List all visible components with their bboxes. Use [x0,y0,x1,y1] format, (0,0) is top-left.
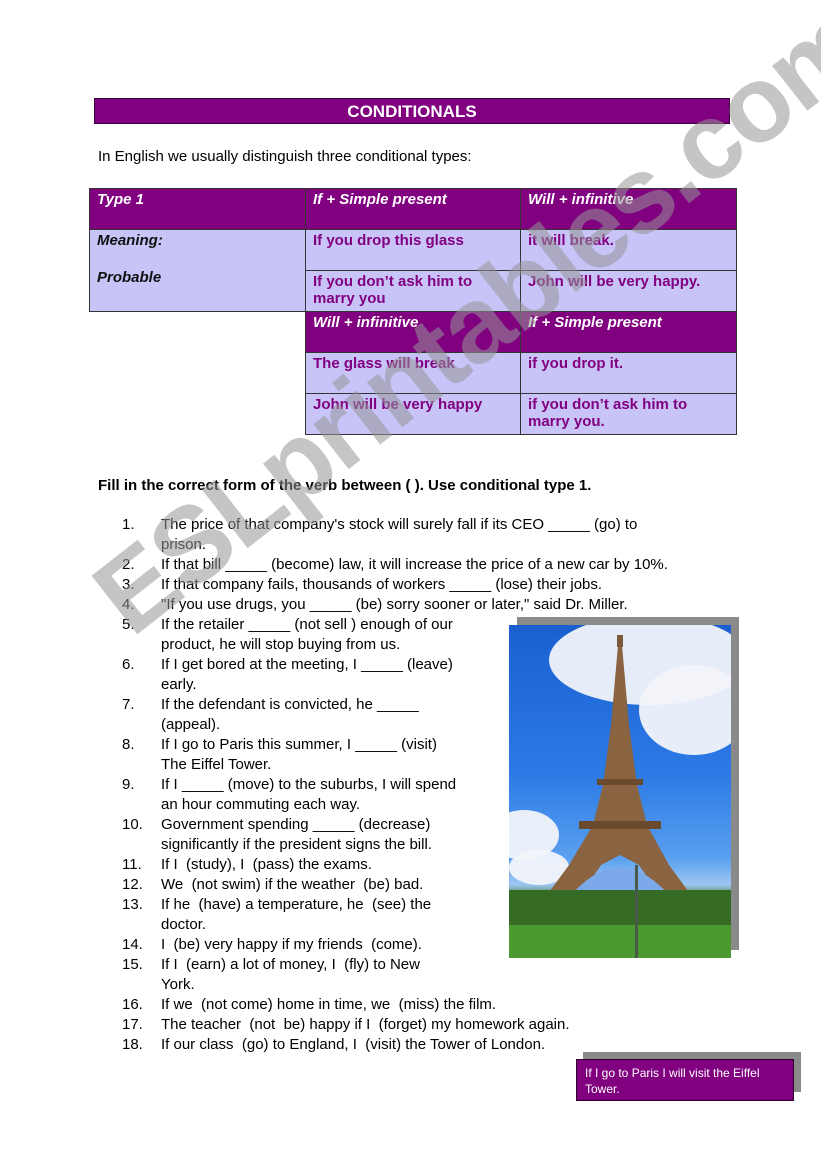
probable-label: Probable [97,269,162,286]
exercise-text: If the defendant is convicted, he _____ (… [161,695,419,735]
worksheet-title: CONDITIONALS [94,98,730,124]
exercise-line: The price of that company's stock will s… [161,516,638,533]
exercise-text: If I _____ (move) to the suburbs, I will… [161,775,456,815]
table-header-type: Type 1 [89,188,306,230]
exercise-line: If our class (go) to England, I (visit) … [161,1036,546,1053]
exercise-text: The teacher (not be) happy if I (forget)… [161,1015,570,1035]
exercise-item: 17. The teacher (not be) happy if I (forg… [122,1015,668,1035]
exercise-number: 17. [122,1016,143,1033]
exercise-text: If the retailer _____ (not sell ) enough… [161,615,453,655]
exercise-number: 16. [122,996,143,1013]
exercise-text: If I go to Paris this summer, I _____ (v… [161,735,437,775]
exercise-number: 15. [122,956,143,973]
exercise-number: 14. [122,936,143,953]
example-note-box: If I go to Paris I will visit the Eiffel… [576,1059,794,1101]
exercise-line: I (be) very happy if my friends (come). [161,936,422,953]
exercise-line: Government spending _____ (decrease) [161,816,431,833]
exercise-text: If we (not come) home in time, we (miss)… [161,995,496,1015]
exercise-number: 7. [122,696,135,713]
exercise-number: 9. [122,776,135,793]
exercise-number: 1. [122,516,135,533]
exercise-line: If that company fails, thousands of work… [161,576,603,593]
meaning-label: Meaning: [97,232,163,249]
exercise-line: If the defendant is convicted, he _____ [161,696,419,713]
exercise-line: If I _____ (move) to the suburbs, I will… [161,776,457,793]
exercise-instruction: Fill in the correct form of the verb bet… [98,477,592,494]
eiffel-tower-illustration [509,635,731,958]
exercise-line: "If you use drugs, you _____ (be) sorry … [161,596,628,613]
exercise-text: Government spending _____ (decrease) sign… [161,815,432,855]
exercise-number: 5. [122,616,135,633]
table-cell: it will break. [520,229,737,271]
exercise-line-continued: (appeal). [161,716,221,733]
exercise-line-continued: significantly if the president signs the… [161,836,432,853]
exercise-line: If I (earn) a lot of money, I (fly) to N… [161,956,420,973]
exercise-line-continued: doctor. [161,916,207,933]
exercise-number: 13. [122,896,143,913]
table-header-if-clause: If + Simple present [305,188,521,230]
type1-table: Type 1 If + Simple present Will + infini… [89,188,737,312]
exercise-number: 11. [122,856,142,873]
exercise-line: If I go to Paris this summer, I _____ (v… [161,736,437,753]
exercise-item: 1. The price of that company's stock will… [122,515,668,555]
exercise-line: If that bill _____ (become) law, it will… [161,556,668,573]
exercise-line-continued: early. [161,676,197,693]
exercise-item: 4. "If you use drugs, you _____ (be) sorr… [122,595,668,615]
intro-text: In English we usually distinguish three … [98,148,472,165]
exercise-item: 2. If that bill _____ (become) law, it wi… [122,555,668,575]
exercise-item: 16. If we (not come) home in time, we (mi… [122,995,668,1015]
exercise-number: 6. [122,656,135,673]
exercise-line: If we (not come) home in time, we (miss)… [161,996,497,1013]
exercise-line-continued: The Eiffel Tower. [161,756,272,773]
exercise-line: If the retailer _____ (not sell ) enough… [161,616,453,633]
table-cell: if you don’t ask him to marry you. [520,393,737,435]
exercise-line: The teacher (not be) happy if I (forget)… [161,1016,570,1033]
exercise-number: 18. [122,1036,143,1053]
exercise-number: 8. [122,736,135,753]
meaning-label-cell: Meaning: Probable [89,229,306,312]
table-cell: John will be very happy [305,393,521,435]
table-cell: John will be very happy. [520,270,737,312]
exercise-line: If I (study), I (pass) the exams. [161,856,372,873]
exercise-text: If our class (go) to England, I (visit) … [161,1035,545,1055]
exercise-text: If I (earn) a lot of money, I (fly) to N… [161,955,420,995]
exercise-text: If he (have) a temperature, he (see) the… [161,895,431,935]
type1-reversed-table: Will + infinitive If + Simple present Th… [305,311,737,435]
exercise-number: 4. [122,596,135,613]
exercise-text: If I get bored at the meeting, I _____ (… [161,655,453,695]
exercise-number: 12. [122,876,143,893]
exercise-text: If that company fails, thousands of work… [161,575,602,595]
exercise-line-continued: product, he will stop buying from us. [161,636,401,653]
exercise-line: If he (have) a temperature, he (see) the [161,896,432,913]
exercise-line-continued: prison. [161,536,207,553]
exercise-line-continued: an hour commuting each way. [161,796,360,813]
table-header-main-clause: Will + infinitive [305,311,521,353]
exercise-text: "If you use drugs, you _____ (be) sorry … [161,595,628,615]
exercise-line-continued: York. [161,976,195,993]
exercise-text: If that bill _____ (become) law, it will… [161,555,668,575]
exercise-line: We (not swim) if the weather (be) bad. [161,876,424,893]
exercise-text: If I (study), I (pass) the exams. [161,855,372,875]
exercise-number: 2. [122,556,135,573]
exercise-item: 15. If I (earn) a lot of money, I (fly) t… [122,955,668,995]
exercise-line: If I get bored at the meeting, I _____ (… [161,656,453,673]
table-cell: If you don’t ask him to marry you [305,270,521,312]
table-header-if-clause: If + Simple present [520,311,737,353]
exercise-text: We (not swim) if the weather (be) bad. [161,875,423,895]
table-header-main-clause: Will + infinitive [520,188,737,230]
exercise-text: The price of that company's stock will s… [161,515,637,555]
eiffel-tower-photo [509,625,731,958]
exercise-item: 3. If that company fails, thousands of wo… [122,575,668,595]
table-cell: if you drop it. [520,352,737,394]
table-cell: The glass will break [305,352,521,394]
exercise-number: 3. [122,576,135,593]
exercise-text: I (be) very happy if my friends (come). [161,935,422,955]
table-cell: If you drop this glass [305,229,521,271]
exercise-number: 10. [122,816,143,833]
